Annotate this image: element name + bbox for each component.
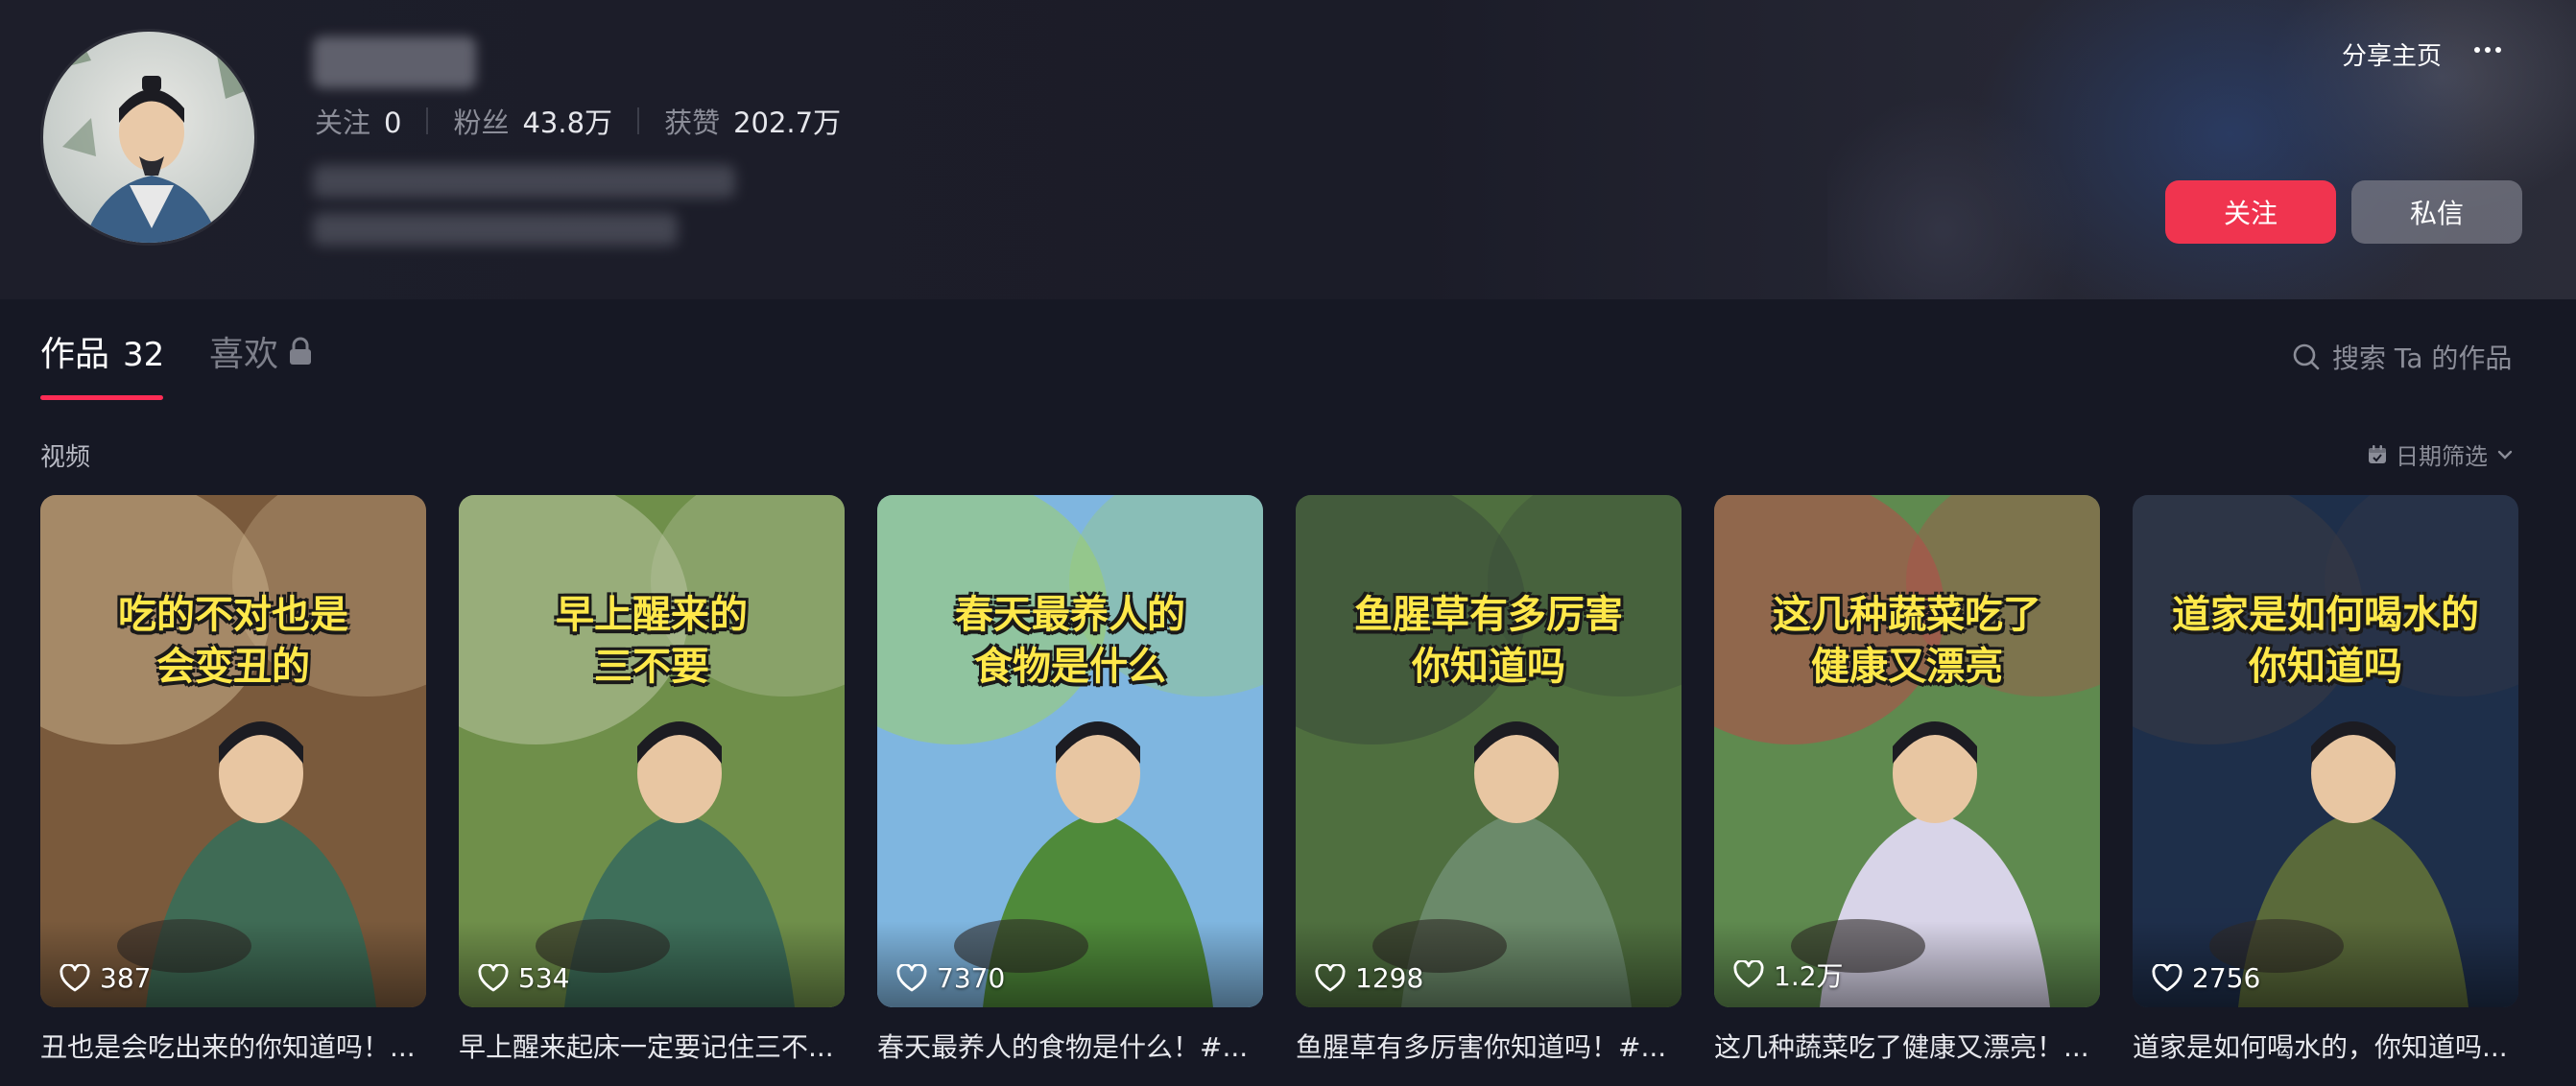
like-count-value: 7370 bbox=[937, 962, 1006, 994]
like-count-value: 387 bbox=[100, 962, 152, 994]
video-cover-caption: 吃的不对也是 会变丑的 bbox=[118, 593, 348, 689]
video-cover-caption: 春天最养人的 食物是什么 bbox=[955, 593, 1185, 689]
video-title[interactable]: 丑也是会吃出来的你知道吗！... bbox=[40, 1027, 426, 1065]
heart-icon bbox=[60, 963, 90, 991]
stat-followers[interactable]: 粉丝 43.8万 bbox=[453, 101, 612, 141]
like-count-value: 1.2万 bbox=[1774, 960, 1844, 992]
stat-label: 关注 bbox=[315, 106, 371, 139]
section-label-videos: 视频 bbox=[40, 443, 91, 472]
header-background-art bbox=[1827, 0, 2576, 299]
chevron-down-icon bbox=[2497, 450, 2513, 460]
like-count-value: 534 bbox=[518, 962, 570, 994]
share-profile-link[interactable]: 分享主页 bbox=[2342, 36, 2442, 72]
video-card[interactable]: 这几种蔬菜吃了 健康又漂亮 1.2万 bbox=[1714, 495, 2100, 1007]
stat-label: 粉丝 bbox=[453, 106, 510, 139]
video-card[interactable]: 吃的不对也是 会变丑的 387 bbox=[40, 495, 426, 1007]
avatar-portrait-image bbox=[43, 32, 254, 243]
like-count: 534 bbox=[478, 962, 569, 994]
stat-value: 43.8万 bbox=[522, 106, 613, 139]
stat-value: 0 bbox=[384, 106, 402, 139]
video-cover-caption: 这几种蔬菜吃了 健康又漂亮 bbox=[1773, 593, 2041, 689]
like-count-value: 1298 bbox=[1355, 962, 1424, 994]
search-icon bbox=[2293, 343, 2320, 370]
search-placeholder: 搜索 Ta 的作品 bbox=[2332, 342, 2513, 374]
video-card[interactable]: 早上醒来的 三不要 534 bbox=[459, 495, 845, 1007]
stat-divider bbox=[426, 107, 429, 134]
video-cover-caption: 道家是如何喝水的 你知道吗 bbox=[2172, 593, 2479, 689]
like-count: 7370 bbox=[896, 962, 1005, 994]
tab-works[interactable]: 作品 32 bbox=[40, 326, 164, 376]
video-title[interactable]: 春天最养人的食物是什么！#... bbox=[877, 1027, 1263, 1065]
stat-divider bbox=[637, 107, 640, 134]
active-tab-indicator bbox=[40, 395, 163, 400]
like-count: 1.2万 bbox=[1733, 956, 1844, 994]
stat-label: 获赞 bbox=[664, 106, 721, 139]
profile-stats: 关注 0 粉丝 43.8万 获赞 202.7万 bbox=[315, 102, 841, 140]
video-title[interactable]: 早上醒来起床一定要记住三不... bbox=[459, 1027, 845, 1065]
heart-icon bbox=[1315, 963, 1346, 991]
like-count-value: 2756 bbox=[2192, 962, 2261, 994]
message-button[interactable]: 私信 bbox=[2351, 180, 2522, 244]
stat-following[interactable]: 关注 0 bbox=[315, 101, 401, 141]
stat-value: 202.7万 bbox=[733, 106, 842, 139]
like-count: 2756 bbox=[2152, 962, 2260, 994]
video-title[interactable]: 鱼腥草有多厉害你知道吗！#... bbox=[1296, 1027, 1682, 1065]
heart-icon bbox=[1733, 960, 1764, 988]
more-options-icon[interactable] bbox=[2470, 33, 2505, 67]
video-card[interactable]: 春天最养人的 食物是什么 7370 bbox=[877, 495, 1263, 1007]
tab-works-label: 作品 bbox=[40, 335, 110, 374]
lock-icon bbox=[290, 337, 312, 365]
like-count: 1298 bbox=[1315, 962, 1423, 994]
tab-likes-label: 喜欢 bbox=[209, 335, 279, 374]
date-filter-label: 日期筛选 bbox=[2396, 443, 2488, 470]
stat-likes-received: 获赞 202.7万 bbox=[664, 101, 841, 141]
video-cover-caption: 早上醒来的 三不要 bbox=[556, 593, 748, 689]
video-title[interactable]: 这几种蔬菜吃了健康又漂亮！... bbox=[1714, 1027, 2100, 1065]
video-cover-caption: 鱼腥草有多厉害 你知道吗 bbox=[1354, 593, 1623, 689]
heart-icon bbox=[2152, 963, 2182, 991]
tab-likes[interactable]: 喜欢 bbox=[209, 326, 313, 376]
follow-button[interactable]: 关注 bbox=[2165, 180, 2336, 244]
bio-blurred-line bbox=[313, 165, 735, 198]
tab-works-count: 32 bbox=[123, 336, 165, 374]
heart-icon bbox=[478, 963, 509, 991]
avatar[interactable] bbox=[40, 29, 257, 246]
date-filter-dropdown[interactable]: 日期筛选 bbox=[2367, 437, 2515, 471]
bio-blurred-line bbox=[313, 213, 678, 246]
video-card[interactable]: 鱼腥草有多厉害 你知道吗 1298 bbox=[1296, 495, 1682, 1007]
search-works-input[interactable]: 搜索 Ta 的作品 bbox=[2292, 338, 2532, 376]
calendar-icon bbox=[2369, 444, 2386, 463]
profile-header: 关注 0 粉丝 43.8万 获赞 202.7万 分享主页 关注 私信 bbox=[0, 0, 2576, 299]
video-title[interactable]: 道家是如何喝水的，你知道吗... bbox=[2133, 1027, 2518, 1065]
heart-icon bbox=[896, 963, 927, 991]
nickname-blurred bbox=[313, 36, 476, 88]
like-count: 387 bbox=[60, 962, 151, 994]
video-card[interactable]: 道家是如何喝水的 你知道吗 2756 bbox=[2133, 495, 2518, 1007]
